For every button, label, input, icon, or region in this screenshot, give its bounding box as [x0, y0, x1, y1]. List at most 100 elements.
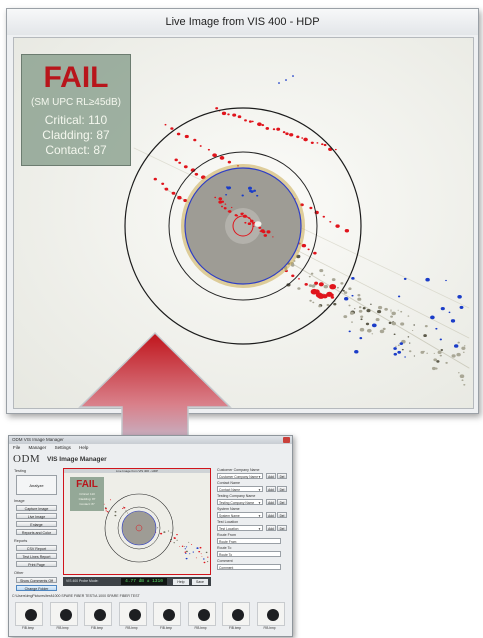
- comment-input[interactable]: Comment: [217, 564, 281, 570]
- thumbnail-caption: FIB.bmp: [159, 626, 173, 630]
- preview-cladding-circle: [121, 510, 157, 546]
- thumbnail-item[interactable]: FIB.bmp: [12, 600, 44, 634]
- cladding-defect-blue: [225, 194, 228, 196]
- customer-del-button[interactable]: Del: [277, 473, 287, 479]
- cladding-defect: [248, 217, 251, 219]
- defect-dot: [296, 135, 300, 139]
- defect-dot: [237, 115, 242, 119]
- preview-defect-dot: [195, 557, 197, 559]
- system-select[interactable]: System Name ▼: [217, 512, 263, 518]
- defect-blob: [330, 293, 334, 297]
- defect-dot-blue: [448, 311, 451, 314]
- customer-select[interactable]: Customer Company Name ▼: [217, 473, 263, 479]
- defect-dot-blue: [292, 75, 294, 77]
- enlarge-button[interactable]: Enlarge: [16, 521, 57, 527]
- debris-dot: [318, 305, 322, 308]
- preview-defect-dot: [114, 514, 117, 517]
- menu-settings[interactable]: Settings: [55, 445, 71, 450]
- debris-dot: [357, 294, 361, 297]
- preview-defect-dot-blue: [189, 553, 191, 555]
- defect-dot-blue: [399, 342, 404, 345]
- app-heading: VIS Image Manager: [47, 456, 107, 463]
- testing-del-button[interactable]: Del: [277, 499, 287, 505]
- cladding-defect: [220, 205, 224, 208]
- app-titlebar: ODM VIS Image Manager: [9, 436, 292, 444]
- preview-defect-dot: [185, 550, 188, 553]
- debris-dot: [390, 309, 392, 311]
- defect-dot-blue: [397, 295, 401, 298]
- contact-del-button[interactable]: Del: [277, 486, 287, 492]
- live-image-preview[interactable]: Live Image from VIS 400 - HDP FAIL Criti…: [63, 468, 211, 575]
- defect-dot: [232, 113, 237, 117]
- close-icon[interactable]: [283, 437, 290, 443]
- cladding-defect: [262, 230, 266, 234]
- system-del-button[interactable]: Del: [277, 512, 287, 518]
- preview-critical: Critical: 110: [79, 492, 95, 496]
- print-page-button[interactable]: Print Page: [16, 561, 57, 567]
- live-image-button[interactable]: Live Image: [16, 513, 57, 519]
- menu-file[interactable]: File: [13, 445, 20, 450]
- debris-dot: [340, 282, 344, 285]
- preview-defect-dot: [205, 551, 208, 554]
- show-comments-button[interactable]: Show Comments Off: [16, 577, 57, 583]
- save-button[interactable]: Save: [192, 578, 208, 585]
- testing-company-select[interactable]: Testing Company Name ▼: [217, 499, 263, 505]
- preview-result-overlay: FAIL Critical: 110 Cladding: 87 Contact:…: [70, 477, 104, 511]
- other-label: Other: [14, 571, 24, 575]
- help-button[interactable]: Help: [173, 578, 189, 585]
- route-from-input[interactable]: Route From: [217, 538, 281, 544]
- menu-manager[interactable]: Manager: [29, 445, 47, 450]
- menu-bar: File Manager Settings Help: [9, 444, 292, 451]
- defect-dot: [171, 191, 176, 195]
- cladding-defect: [241, 212, 244, 215]
- reports-color-button[interactable]: Reports and Color: [16, 529, 57, 535]
- thumbnail-caption: FIB.bmp: [263, 626, 276, 630]
- test-lines-report-button[interactable]: Test Lines Report: [16, 553, 57, 559]
- contact-select[interactable]: Contact Name ▼: [217, 486, 263, 492]
- testing-add-button[interactable]: Add: [266, 499, 276, 505]
- menu-help[interactable]: Help: [79, 445, 88, 450]
- debris-dot: [420, 350, 425, 354]
- debris-dot: [407, 315, 410, 317]
- location-add-button[interactable]: Add: [266, 525, 276, 531]
- debris-dot: [390, 311, 392, 313]
- change-folder-button[interactable]: Change Folder: [16, 585, 57, 591]
- preview-defect-dot: [160, 532, 163, 535]
- system-add-button[interactable]: Add: [266, 512, 276, 518]
- thumbnail-item[interactable]: FIB.bmp: [150, 600, 182, 634]
- debris-dot: [400, 322, 405, 326]
- cladding-defect-blue: [256, 194, 259, 197]
- thumbnail-item[interactable]: FIB.bmp: [254, 600, 286, 634]
- defect-dot: [219, 156, 225, 160]
- debris-dot: [379, 329, 385, 334]
- preview-defect-dot-blue: [184, 548, 187, 550]
- debris-dot: [382, 327, 386, 331]
- fiber-thumbnail-icon: [94, 609, 106, 621]
- defect-dot-blue: [371, 323, 377, 328]
- analyze-button[interactable]: Analyze: [16, 475, 57, 495]
- preview-defect-dot: [106, 511, 109, 513]
- preview-defect-dot: [199, 546, 202, 549]
- debris-dot: [349, 311, 354, 315]
- thumbnail-item[interactable]: FIB.bmp: [185, 600, 217, 634]
- debris-dot: [459, 374, 465, 379]
- debris-dot: [388, 321, 392, 325]
- fiber-thumbnail-icon: [25, 609, 37, 621]
- location-select[interactable]: Test Location ▼: [217, 525, 263, 531]
- thumbnail-item[interactable]: FIB.bmp: [81, 600, 113, 634]
- customer-add-button[interactable]: Add: [266, 473, 276, 479]
- contact-add-button[interactable]: Add: [266, 486, 276, 492]
- route-to-input[interactable]: Route To: [217, 551, 281, 557]
- preview-defect-dot: [203, 561, 206, 564]
- csv-report-button[interactable]: CSV Report: [16, 545, 57, 551]
- defect-dot: [310, 141, 314, 145]
- location-del-button[interactable]: Del: [277, 525, 287, 531]
- thumbnail-item[interactable]: FIB.bmp: [47, 600, 79, 634]
- defect-dot-blue: [403, 277, 407, 280]
- chevron-down-icon: ▼: [258, 501, 261, 505]
- thumbnail-item[interactable]: FIB.bmp: [219, 600, 251, 634]
- preview-defect-dot: [105, 510, 107, 512]
- defect-dot: [184, 134, 189, 139]
- thumbnail-item[interactable]: FIB.bmp: [116, 600, 148, 634]
- capture-image-button[interactable]: Capture Image: [16, 505, 57, 511]
